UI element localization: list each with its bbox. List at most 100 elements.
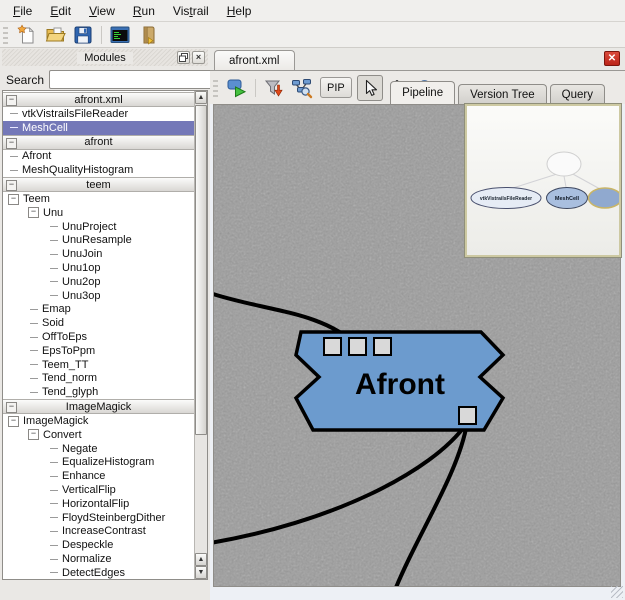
view-mode-tab[interactable]: Pipeline (390, 81, 455, 104)
search-input[interactable] (49, 70, 212, 89)
pip-overview[interactable]: vtkVistrailsFileReader MeshCell (465, 104, 621, 257)
module-tree-item[interactable]: Teem (3, 192, 194, 206)
module-tree-item[interactable]: Despeckle (3, 538, 194, 552)
minimap-root-node[interactable] (547, 152, 581, 176)
menu-item[interactable]: Run (124, 2, 164, 20)
console-button[interactable] (108, 23, 132, 47)
new-vistrail-button[interactable] (15, 23, 39, 47)
float-window-icon (179, 53, 188, 62)
pip-toggle-button[interactable]: PIP (320, 77, 352, 98)
module-tree-item[interactable]: UnuResample (3, 234, 194, 248)
query-search-button[interactable] (289, 75, 315, 101)
scrollbar-thumb[interactable] (195, 105, 207, 435)
module-tree-item[interactable]: OffToEps (3, 330, 194, 344)
module-tree-item[interactable]: Enhance (3, 469, 194, 483)
minimap-node-meshcell[interactable]: MeshCell (547, 188, 588, 209)
save-disk-icon (72, 24, 94, 46)
close-icon: × (196, 53, 201, 62)
module-input-ports[interactable] (324, 338, 391, 355)
module-tree-item[interactable]: UnuJoin (3, 247, 194, 261)
menu-item[interactable]: Vistrail (164, 2, 218, 20)
module-category-header[interactable]: teem (3, 177, 194, 192)
close-icon: ✕ (608, 53, 616, 64)
query-search-icon (291, 77, 313, 99)
modules-panel-title: Modules (77, 52, 133, 64)
view-mode-tab[interactable]: Version Tree (458, 84, 547, 104)
vistrails-window: { "menu_bar": { "items": [ {"pre":"", "k… (0, 0, 625, 600)
module-tree-item[interactable]: Unu1op (3, 261, 194, 275)
menu-item[interactable]: File (4, 2, 41, 20)
scroll-up2-icon[interactable]: ▲ (195, 553, 207, 566)
module-tree-item[interactable]: Tend_glyph (3, 385, 194, 399)
module-tree-item[interactable]: Afront (3, 150, 194, 164)
module-tree-item[interactable]: Unu3op (3, 289, 194, 303)
console-terminal-icon (109, 24, 131, 46)
pipeline-canvas[interactable]: Afront vtkVistrailsFileReader MeshCell (213, 104, 621, 587)
minimap-node-current[interactable] (589, 188, 620, 208)
main-toolbar (0, 22, 625, 48)
select-tool-button[interactable] (357, 75, 383, 101)
module-tree-item[interactable]: Unu (3, 206, 194, 220)
module-tree-item[interactable]: Unu2op (3, 275, 194, 289)
module-tree-item[interactable]: Soid (3, 316, 194, 330)
module-category-header[interactable]: afront.xml (3, 92, 194, 107)
afront-module-node[interactable]: Afront (296, 332, 503, 430)
menu-item[interactable]: Edit (41, 2, 80, 20)
scroll-up-icon[interactable]: ▲ (195, 91, 207, 104)
module-tree-item[interactable]: UnuProject (3, 220, 194, 234)
log-button[interactable] (136, 23, 160, 47)
module-category-header[interactable]: afront (3, 135, 194, 150)
document-tabbar: afront.xml ✕ (210, 48, 625, 71)
execute-pipeline-button[interactable] (224, 75, 250, 101)
module-tree-item[interactable]: IncreaseContrast (3, 525, 194, 539)
module-category-header[interactable]: ImageMagick (3, 399, 194, 414)
menu-bar: File Edit View Run Vistrail Help (0, 0, 625, 22)
status-strip (210, 587, 625, 600)
save-vistrail-button[interactable] (71, 23, 95, 47)
menu-item[interactable]: View (80, 2, 124, 20)
search-label: Search (6, 73, 44, 87)
view-mode-tabs: Pipeline Version Tree Query (387, 81, 605, 104)
toolbar-drag-handle[interactable] (3, 26, 8, 44)
document-tab[interactable]: afront.xml (214, 50, 295, 70)
modules-panel-titlebar[interactable]: Modules × (2, 49, 208, 66)
module-tree-item[interactable]: ImageMagick (3, 414, 194, 428)
minimap-node-reader[interactable]: vtkVistrailsFileReader (471, 188, 541, 209)
module-search-row: Search (0, 66, 210, 92)
tree-scrollbar[interactable]: ▲ ▲ ▼ (194, 91, 207, 579)
dock-close-button[interactable]: × (192, 51, 205, 64)
view-close-button[interactable]: ✕ (604, 51, 620, 66)
svg-text:vtkVistrailsFileReader: vtkVistrailsFileReader (480, 196, 532, 202)
module-tree-item[interactable]: DetectEdges (3, 566, 194, 579)
scroll-down-icon[interactable]: ▼ (195, 566, 207, 579)
module-tree-item[interactable]: Normalize (3, 552, 194, 566)
module-tree-item[interactable]: EpsToPpm (3, 344, 194, 358)
module-tree-item[interactable]: HorizontalFlip (3, 497, 194, 511)
module-tree-item[interactable]: Teem_TT (3, 358, 194, 372)
visual-query-icon (263, 77, 285, 99)
toolbar-drag-handle[interactable] (213, 79, 218, 97)
menu-item[interactable]: Help (218, 2, 261, 20)
execute-pipeline-icon (226, 77, 248, 99)
view-mode-tab[interactable]: Query (550, 84, 605, 104)
module-output-port[interactable] (459, 407, 476, 424)
visual-query-button[interactable] (261, 75, 287, 101)
resize-grip[interactable] (611, 586, 623, 598)
module-tree-item[interactable]: Negate (3, 442, 194, 456)
open-vistrail-button[interactable] (43, 23, 67, 47)
module-tree-item[interactable]: vtkVistrailsFileReader (3, 107, 194, 121)
open-folder-icon (44, 24, 66, 46)
module-tree-item[interactable]: EqualizeHistogram (3, 456, 194, 470)
module-tree-item[interactable]: MeshQualityHistogram (3, 163, 194, 177)
dock-float-button[interactable] (177, 51, 190, 64)
module-tree-item[interactable]: Tend_norm (3, 372, 194, 386)
module-tree: afront.xml vtkVistrailsFileReader MeshCe… (3, 91, 194, 579)
module-tree-item[interactable]: FloydSteinbergDither (3, 511, 194, 525)
connection-out-left (214, 423, 467, 543)
connection-out-bottom (395, 423, 467, 586)
main-view: afront.xml ✕ (210, 48, 625, 600)
module-tree-item[interactable]: Convert (3, 428, 194, 442)
module-tree-item[interactable]: Emap (3, 303, 194, 317)
module-tree-item[interactable]: MeshCell (3, 121, 194, 135)
module-tree-item[interactable]: VerticalFlip (3, 483, 194, 497)
